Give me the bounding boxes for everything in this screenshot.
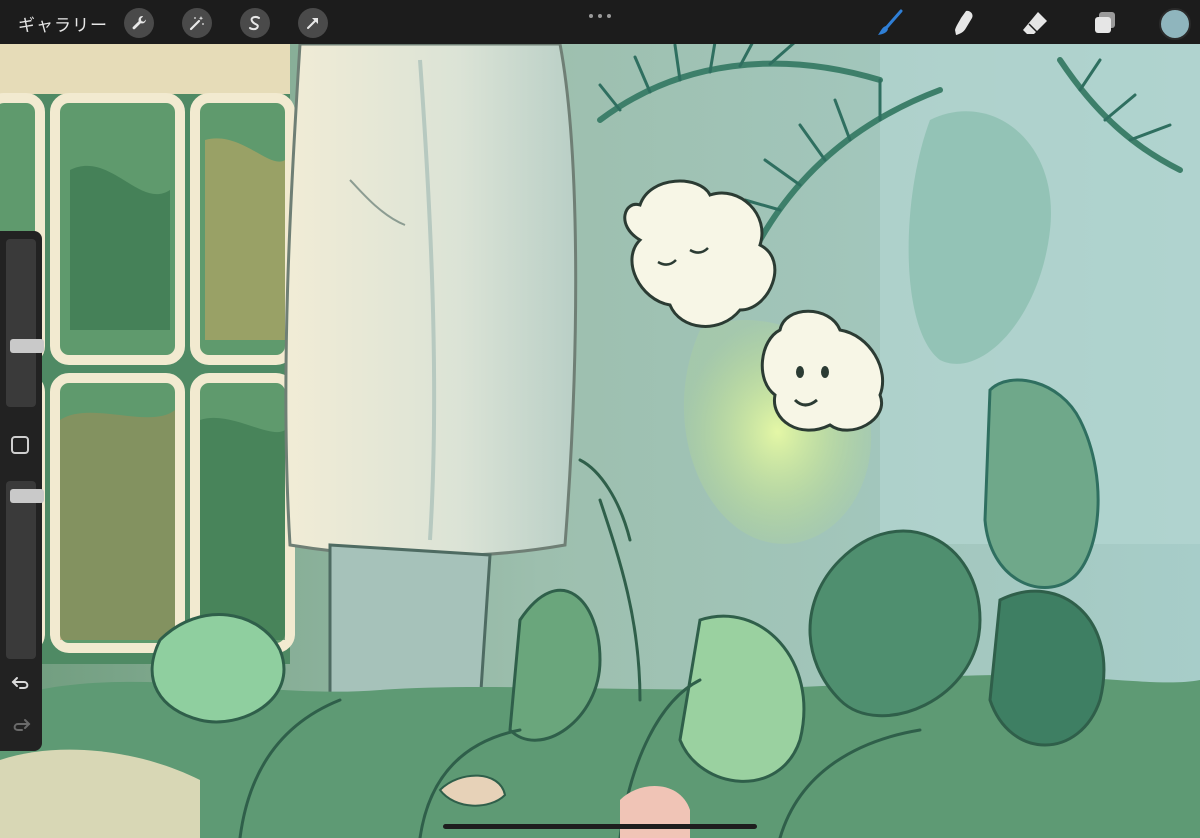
brush-button[interactable] — [874, 7, 906, 39]
home-indicator — [443, 824, 757, 829]
square-modify-icon[interactable] — [11, 436, 29, 454]
opacity-thumb[interactable] — [10, 489, 44, 503]
magic-wand-icon — [189, 16, 204, 31]
redo-icon — [13, 719, 31, 731]
transform-button[interactable] — [298, 8, 328, 38]
undo-button[interactable] — [9, 671, 33, 695]
undo-icon — [11, 677, 29, 689]
layers-button[interactable] — [1089, 7, 1121, 39]
wrench-icon — [132, 16, 146, 30]
smudge-button[interactable] — [948, 7, 980, 39]
selection-s-icon — [249, 16, 260, 31]
drawing-canvas[interactable] — [0, 44, 1200, 838]
eraser-icon — [1023, 12, 1047, 34]
opacity-slider[interactable] — [6, 481, 44, 659]
actions-button[interactable] — [124, 8, 154, 38]
adjustments-button[interactable] — [182, 8, 212, 38]
greenhouse-window — [0, 44, 295, 664]
top-toolbar: ギャラリー — [0, 0, 1200, 44]
gallery-button[interactable]: ギャラリー — [18, 11, 108, 36]
brush-size-thumb[interactable] — [10, 339, 44, 353]
more-dots-icon[interactable] — [589, 12, 611, 20]
smudge-finger-icon — [955, 10, 973, 36]
color-swatch[interactable] — [1159, 8, 1191, 40]
brush-icon — [878, 9, 903, 35]
redo-button[interactable] — [9, 713, 33, 737]
layers-icon — [1095, 12, 1115, 33]
arrow-icon — [307, 18, 318, 29]
brush-size-slider[interactable] — [6, 239, 44, 407]
selection-button[interactable] — [240, 8, 270, 38]
brush-sidebar — [0, 231, 44, 751]
eraser-button[interactable] — [1019, 7, 1051, 39]
